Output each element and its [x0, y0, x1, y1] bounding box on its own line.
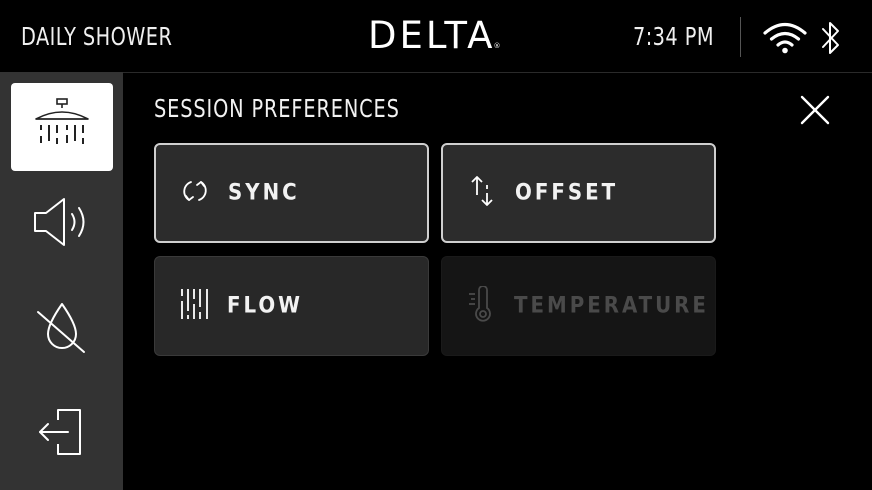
sidebar-item-exit[interactable]: [11, 390, 113, 478]
flow-label: FLOW: [227, 293, 304, 319]
speaker-icon: [31, 194, 93, 254]
offset-button[interactable]: OFFSET: [441, 143, 716, 243]
water-off-icon: [34, 298, 90, 362]
temperature-button[interactable]: TEMPERATURE: [441, 256, 716, 356]
sync-button[interactable]: SYNC: [154, 143, 429, 243]
flow-icon: [179, 287, 211, 325]
page-title: DAILY SHOWER: [21, 22, 173, 51]
bluetooth-icon[interactable]: [820, 18, 842, 62]
brand-name: DELTA: [368, 14, 496, 57]
sync-icon: [180, 176, 210, 210]
brand-logo: DELTA®: [368, 14, 500, 57]
offset-arrows-icon: [467, 173, 497, 213]
thermometer-icon: [466, 285, 496, 326]
offset-label: OFFSET: [515, 180, 619, 206]
sidebar-item-shower[interactable]: [11, 83, 113, 171]
brand-registered-mark: ®: [493, 42, 501, 50]
top-bar: DAILY SHOWER DELTA® 7:34 PM: [0, 0, 872, 73]
flow-button[interactable]: FLOW: [154, 256, 429, 356]
sync-label: SYNC: [228, 180, 300, 206]
exit-icon: [34, 404, 90, 464]
shower-head-icon: [32, 97, 92, 157]
sidebar: [0, 72, 123, 490]
temperature-label: TEMPERATURE: [514, 293, 709, 319]
wifi-icon[interactable]: [763, 22, 807, 58]
close-icon[interactable]: [795, 90, 835, 130]
clock: 7:34 PM: [633, 22, 714, 51]
panel-title: SESSION PREFERENCES: [154, 94, 400, 123]
sidebar-item-sound[interactable]: [11, 180, 113, 268]
sidebar-item-water-off[interactable]: [11, 286, 113, 374]
header-divider: [740, 17, 741, 57]
